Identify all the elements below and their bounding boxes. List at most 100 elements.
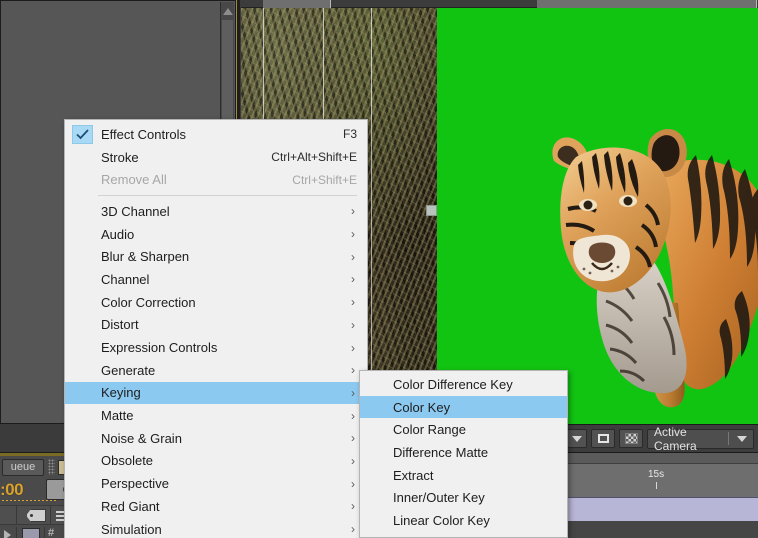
keying-submenu[interactable]: Color Difference Key Color Key Color Range…	[359, 370, 568, 538]
layer-handle[interactable]	[426, 205, 437, 216]
chevron-right-icon: ›	[351, 272, 355, 287]
menu-item-effect-controls[interactable]: Effect Controls F3	[65, 123, 367, 146]
tag-icon[interactable]	[26, 509, 46, 522]
menu-item-label: Noise & Grain	[101, 430, 182, 446]
submenu-item-inner-outer-key[interactable]: Inner/Outer Key	[360, 486, 567, 509]
menu-item-label: Keying	[101, 385, 141, 401]
menu-item-label: Expression Controls	[101, 340, 218, 356]
menu-item-label: Stroke	[101, 149, 139, 165]
region-of-interest-button[interactable]	[591, 429, 615, 448]
submenu-item-color-range[interactable]: Color Range	[360, 418, 567, 441]
layer-color-swatch	[22, 528, 40, 538]
menu-item-channel[interactable]: Channel ›	[65, 268, 367, 291]
effect-menu[interactable]: Effect Controls F3 Stroke Ctrl+Alt+Shift+E R…	[64, 119, 368, 538]
menu-item-distort[interactable]: Distort ›	[65, 314, 367, 337]
scroll-up-arrow-icon[interactable]	[223, 8, 233, 15]
menu-item-keying[interactable]: Keying ›	[65, 381, 367, 405]
viewer-tab-bar	[241, 0, 758, 8]
submenu-item-color-key[interactable]: Color Key	[360, 395, 567, 419]
submenu-item-label: Extract	[393, 467, 434, 483]
menu-item-remove-all: Remove All Ctrl+Shift+E	[65, 168, 367, 191]
scrollbar-thumb[interactable]	[222, 20, 233, 120]
chevron-right-icon: ›	[351, 295, 355, 310]
menu-item-generate[interactable]: Generate ›	[65, 359, 367, 382]
submenu-item-linear-color-key[interactable]: Linear Color Key	[360, 509, 567, 532]
menu-item-3d-channel[interactable]: 3D Channel ›	[65, 200, 367, 223]
chevron-right-icon: ›	[351, 340, 355, 355]
transparency-grid-icon	[624, 433, 638, 444]
region-of-interest-icon	[597, 434, 609, 443]
menu-item-label: Perspective	[101, 476, 169, 492]
chevron-down-icon[interactable]	[737, 435, 747, 442]
menu-item-label: Remove All	[101, 172, 167, 188]
quality-dropdown-button[interactable]	[567, 429, 587, 448]
menu-item-label: Blur & Sharpen	[101, 249, 190, 265]
menu-item-perspective[interactable]: Perspective ›	[65, 472, 367, 495]
divider	[50, 506, 51, 524]
after-effects-window: Active Camera ueue C :00	[0, 0, 758, 538]
menu-item-audio[interactable]: Audio ›	[65, 223, 367, 246]
submenu-item-label: Linear Color Key	[393, 512, 490, 528]
menu-item-label: Effect Controls	[101, 126, 187, 142]
divider	[16, 506, 17, 524]
chevron-right-icon: ›	[351, 363, 355, 378]
camera-select-label: Active Camera	[654, 424, 697, 453]
submenu-item-difference-matte[interactable]: Difference Matte	[360, 441, 567, 464]
menu-item-label: Channel	[101, 271, 150, 287]
menu-item-label: 3D Channel	[101, 203, 170, 219]
menu-item-label: Distort	[101, 317, 139, 333]
chevron-right-icon: ›	[351, 249, 355, 264]
submenu-item-label: Difference Matte	[393, 444, 489, 460]
menu-item-obsolete[interactable]: Obsolete ›	[65, 450, 367, 473]
viewer-tab[interactable]	[537, 0, 757, 8]
menu-item-shortcut: F3	[342, 127, 357, 142]
chevron-right-icon: ›	[351, 385, 355, 400]
chevron-right-icon: ›	[351, 431, 355, 446]
divider	[44, 527, 45, 538]
menu-separator	[98, 195, 357, 197]
menu-item-label: Audio	[101, 226, 135, 242]
frame-guide	[371, 8, 372, 424]
menu-item-matte[interactable]: Matte ›	[65, 404, 367, 427]
menu-item-blur-sharpen[interactable]: Blur & Sharpen ›	[65, 245, 367, 268]
submenu-item-color-difference-key[interactable]: Color Difference Key	[360, 373, 567, 396]
transparency-grid-button[interactable]	[619, 429, 643, 448]
submenu-item-extract[interactable]: Extract	[360, 464, 567, 487]
chevron-right-icon: ›	[351, 204, 355, 219]
camera-select[interactable]: Active Camera	[647, 425, 754, 453]
timecode-underline	[2, 500, 56, 501]
menu-item-color-correction[interactable]: Color Correction ›	[65, 291, 367, 314]
chevron-right-icon: ›	[351, 499, 355, 514]
ruler-tick: 15s	[648, 469, 664, 489]
chevron-right-icon: ›	[351, 476, 355, 491]
menu-item-shortcut: Ctrl+Alt+Shift+E	[271, 150, 357, 165]
chevron-down-icon	[572, 435, 582, 442]
menu-item-shortcut: Ctrl+Shift+E	[292, 172, 357, 187]
tiger-footage	[546, 105, 758, 415]
menu-item-label: Color Correction	[101, 294, 196, 310]
video-visibility-icon[interactable]	[4, 530, 11, 538]
menu-item-red-giant[interactable]: Red Giant ›	[65, 495, 367, 518]
submenu-item-label: Color Difference Key	[393, 376, 513, 392]
menu-item-label: Simulation	[101, 521, 162, 537]
menu-item-expression-controls[interactable]: Expression Controls ›	[65, 336, 367, 359]
chevron-right-icon: ›	[351, 408, 355, 423]
check-icon	[72, 125, 93, 144]
current-timecode[interactable]: :00	[0, 480, 24, 500]
menu-item-label: Matte	[101, 408, 134, 424]
chevron-right-icon: ›	[351, 522, 355, 537]
viewer-tab[interactable]	[263, 0, 331, 8]
layer-number-header: #	[48, 527, 55, 538]
menu-item-label: Red Giant	[101, 498, 160, 514]
menu-item-simulation[interactable]: Simulation ›	[65, 518, 367, 538]
menu-item-label: Generate	[101, 362, 156, 378]
tab-grip-handle[interactable]	[48, 459, 55, 475]
menu-item-label: Obsolete	[101, 453, 154, 469]
submenu-item-label: Inner/Outer Key	[393, 490, 485, 506]
render-queue-tab[interactable]: ueue	[2, 459, 44, 476]
submenu-item-label: Color Key	[393, 399, 451, 415]
submenu-item-luma-key[interactable]: Luma Key	[360, 532, 567, 537]
menu-item-noise-grain[interactable]: Noise & Grain ›	[65, 427, 367, 450]
menu-item-stroke[interactable]: Stroke Ctrl+Alt+Shift+E	[65, 146, 367, 169]
divider	[728, 432, 729, 445]
